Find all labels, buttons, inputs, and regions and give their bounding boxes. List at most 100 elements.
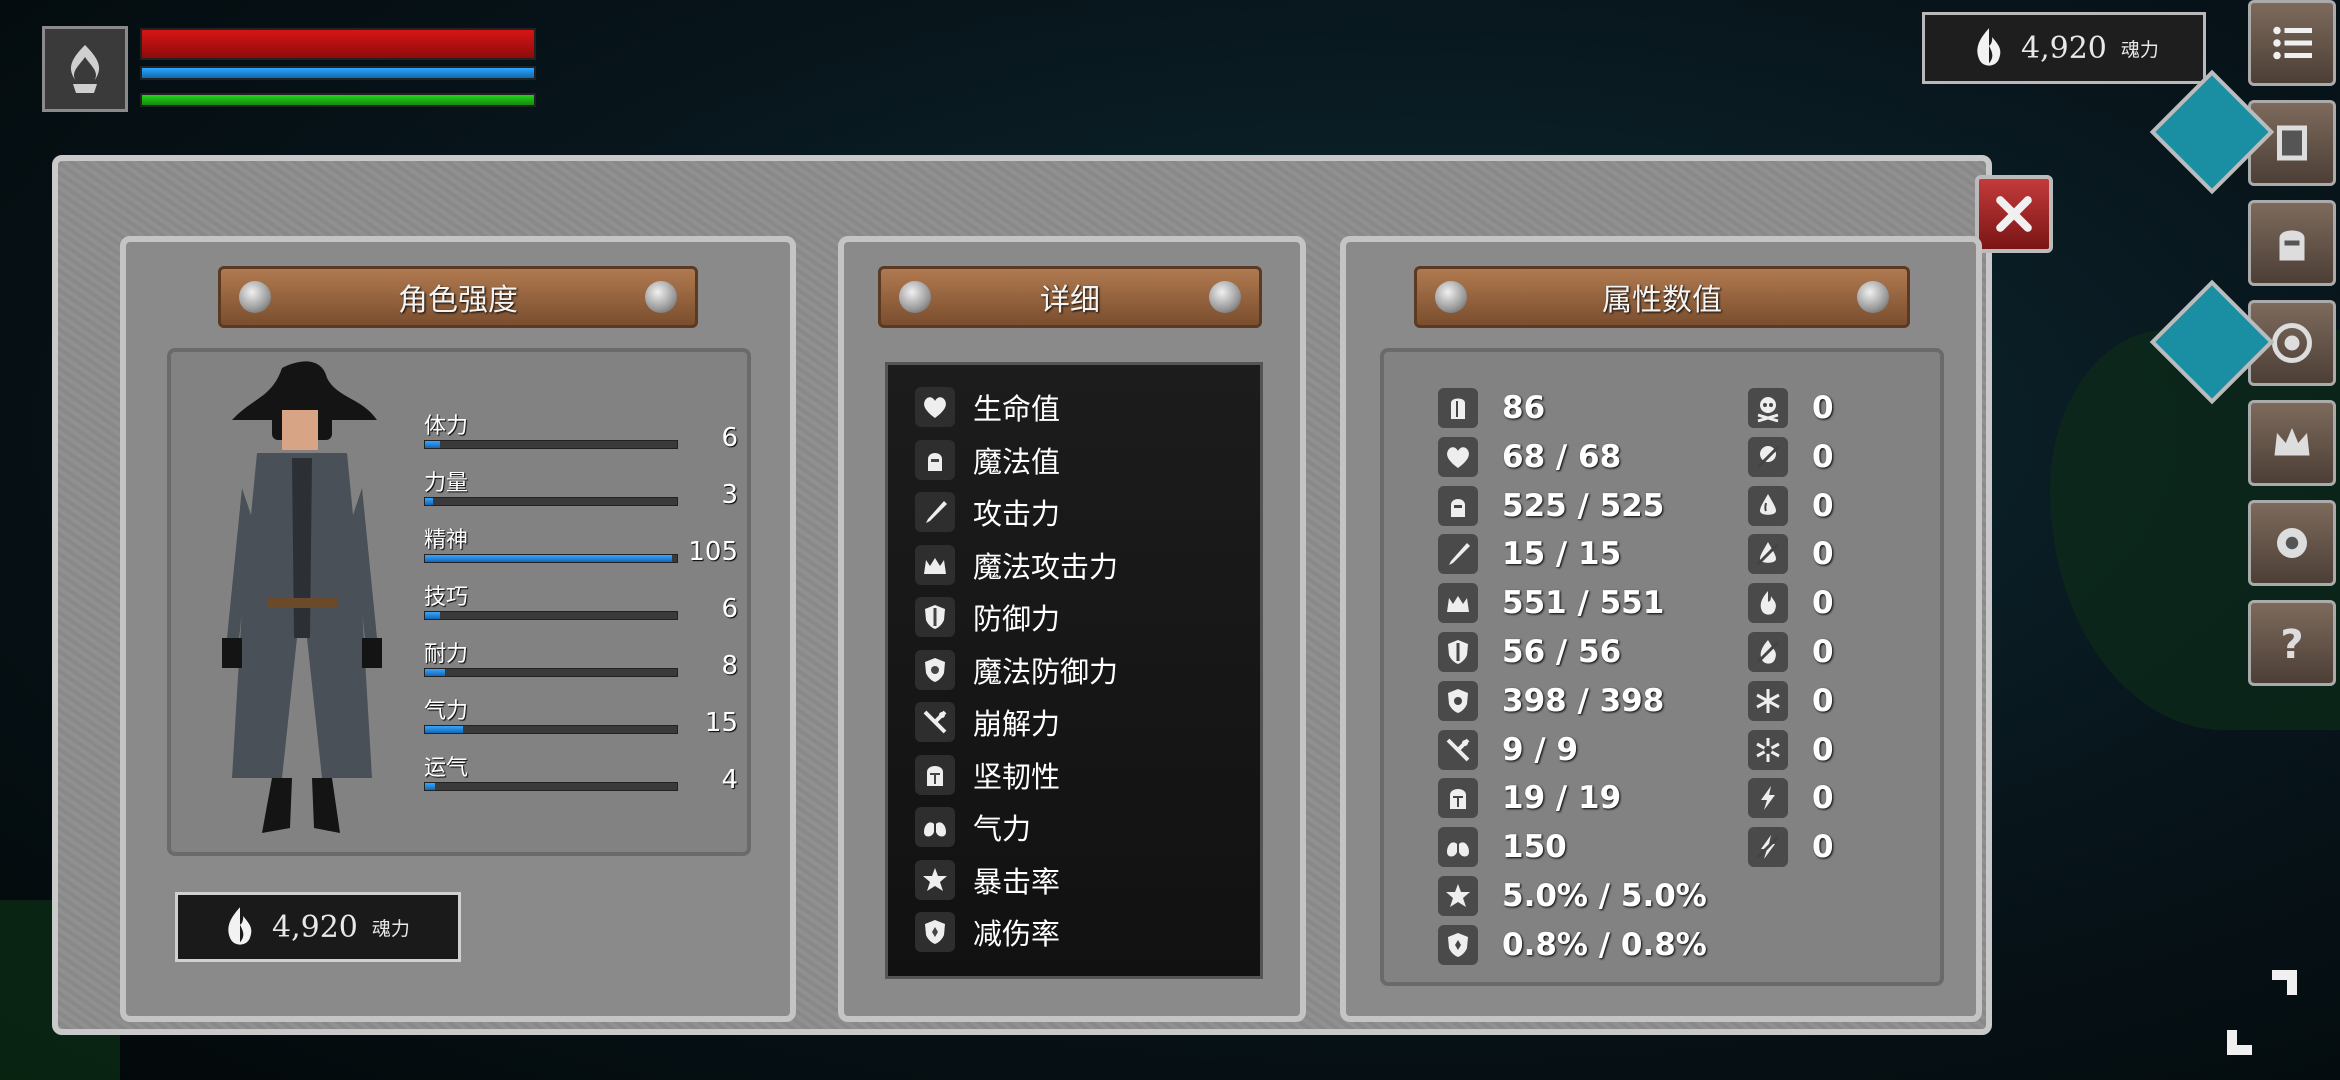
detail-item[interactable]: 魔法防御力	[915, 649, 1118, 691]
stat-bar	[424, 497, 678, 506]
attribute-value: 150	[1502, 829, 1567, 866]
attribute-value: 398 / 398	[1502, 682, 1665, 719]
magic-crown-icon	[1447, 596, 1469, 613]
fire-icon	[1760, 591, 1776, 615]
frost-icon	[1756, 688, 1780, 713]
detail-item-icon	[915, 597, 955, 637]
detail-title-plank: 详细	[878, 266, 1262, 328]
stat-bar-fill	[425, 783, 436, 790]
detail-item-icon	[915, 492, 955, 532]
stat-label: 力量	[424, 471, 469, 496]
player-emblem[interactable]	[42, 26, 128, 112]
detail-item[interactable]: 生命值	[915, 386, 1060, 428]
attribute-value: 0	[1812, 780, 1834, 817]
attribute-icon	[1748, 729, 1788, 770]
attribute-value: 19 / 19	[1502, 780, 1622, 817]
attribute-row: 0	[1748, 388, 1834, 428]
mana-bar	[140, 66, 536, 80]
attribute-value: 0	[1812, 438, 1834, 475]
stat-value: 6	[721, 594, 738, 624]
attribute-row: 150	[1438, 827, 1567, 868]
detail-item-icon	[915, 912, 955, 952]
stat-bar	[424, 554, 678, 563]
attribute-icon	[1748, 388, 1788, 428]
settings-button[interactable]	[2248, 500, 2336, 586]
detail-item[interactable]: 坚韧性	[915, 754, 1060, 796]
head-icon	[928, 452, 942, 471]
bleed-icon	[1760, 493, 1776, 515]
star-icon	[923, 867, 947, 891]
soul-unit: 魂力	[2120, 38, 2159, 61]
attribute-icon	[1748, 534, 1788, 575]
attribute-row: 0	[1748, 680, 1834, 721]
detail-item-label: 攻击力	[973, 497, 1061, 531]
reduce-icon	[1448, 932, 1468, 957]
detail-item-icon	[915, 649, 955, 690]
stat-value: 3	[721, 480, 738, 510]
stat-bar-fill	[425, 612, 441, 619]
detail-item[interactable]: 暴击率	[915, 859, 1060, 901]
close-button[interactable]	[1975, 175, 2053, 253]
soul-balance-value: 4,920	[272, 909, 358, 945]
attribute-row: 0	[1748, 827, 1834, 868]
stat-value: 4	[721, 765, 738, 795]
detail-item[interactable]: 攻击力	[915, 491, 1060, 533]
detail-item[interactable]: 气力	[915, 806, 1031, 848]
detail-item[interactable]: 魔法值	[915, 439, 1060, 481]
attribute-value: 0	[1812, 682, 1834, 719]
menu-button[interactable]	[2248, 0, 2336, 86]
heart-icon	[1447, 447, 1469, 468]
health-bar	[140, 28, 536, 60]
stat-value: 15	[704, 708, 738, 738]
attribute-value: 0	[1812, 390, 1834, 426]
stat-value: 8	[721, 651, 738, 681]
detail-item[interactable]: 魔法攻击力	[915, 544, 1118, 586]
help-button[interactable]: ?	[2248, 600, 2336, 686]
stat-label: 精神	[424, 528, 469, 553]
lungs-icon	[924, 816, 946, 837]
stat-bar	[424, 440, 678, 449]
detail-item-icon	[915, 544, 955, 585]
fire-icon	[228, 907, 252, 945]
helm-icon	[927, 765, 943, 786]
reduce-icon	[925, 920, 945, 944]
soul-balance: 4,920 魂力	[175, 892, 461, 962]
stat-label: 体力	[424, 414, 469, 439]
resize-handle[interactable]	[2222, 960, 2302, 1060]
detail-item-label: 魔法值	[973, 444, 1061, 479]
detail-item[interactable]: 崩解力	[915, 701, 1060, 743]
star-icon	[1446, 884, 1470, 907]
gear-icon	[2277, 528, 2307, 558]
detail-item[interactable]: 防御力	[915, 596, 1060, 638]
attributes-title-plank: 属性数值	[1414, 266, 1910, 328]
fire-resist-icon	[1756, 640, 1780, 664]
stat-value: 105	[688, 537, 738, 567]
attribute-row: 15 / 15	[1438, 534, 1622, 575]
equipment-button[interactable]	[2248, 200, 2336, 286]
attribute-icon	[1438, 583, 1478, 624]
attribute-row: 0	[1748, 436, 1834, 477]
menu-icon	[2273, 26, 2312, 60]
detail-item-label: 减伤率	[973, 917, 1061, 951]
ranking-button[interactable]	[2248, 400, 2336, 486]
attribute-value: 525 / 525	[1502, 487, 1665, 524]
attribute-icon	[1748, 436, 1788, 477]
question-icon: ?	[2280, 622, 2303, 668]
attribute-value: 0	[1812, 731, 1834, 768]
attribute-value: 15 / 15	[1502, 536, 1622, 573]
attribute-value: 9 / 9	[1502, 731, 1579, 768]
shield-icon	[925, 605, 945, 629]
detail-item[interactable]: 减伤率	[915, 911, 1060, 953]
attribute-icon	[1438, 827, 1478, 868]
attribute-value: 0	[1812, 536, 1834, 573]
attribute-icon	[1748, 632, 1788, 672]
attribute-row: 551 / 551	[1438, 583, 1664, 624]
bleed-resist-icon	[1756, 542, 1780, 566]
detail-item-label: 生命值	[973, 392, 1061, 426]
armor-icon	[1451, 398, 1465, 419]
stat-label: 气力	[424, 699, 469, 724]
sword-icon	[926, 501, 947, 523]
detail-item-label: 魔法攻击力	[973, 549, 1119, 584]
poison-resist-icon	[1756, 445, 1780, 468]
detail-item-label: 坚韧性	[973, 759, 1061, 794]
